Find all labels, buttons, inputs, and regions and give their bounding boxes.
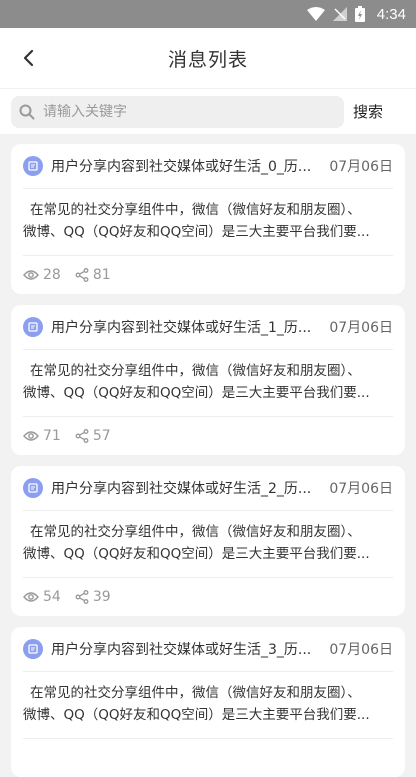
message-summary: 在常见的社交分享组件中，微信（微信好友和朋友圈）、 微博、QQ（QQ好友和QQ空…	[23, 350, 393, 417]
page-title: 消息列表	[167, 48, 248, 71]
search-button[interactable]: 搜索	[353, 101, 383, 122]
battery-icon	[354, 6, 365, 22]
card-footer: 28 81	[23, 256, 393, 294]
message-summary: 在常见的社交分享组件中，微信（微信好友和朋友圈）、 微博、QQ（QQ好友和QQ空…	[23, 189, 393, 256]
share-count: 39	[75, 589, 111, 605]
status-bar: 4:34	[0, 0, 416, 28]
share-count-value: 81	[92, 267, 111, 283]
view-count: 28	[23, 267, 61, 283]
search-bar: 搜索	[0, 88, 416, 134]
eye-icon	[23, 592, 39, 602]
card-header: 用户分享内容到社交媒体或好生活_1_历... 07月06日	[23, 305, 393, 350]
eye-icon	[23, 431, 39, 441]
message-icon	[23, 639, 43, 659]
message-title: 用户分享内容到社交媒体或好生活_0_历...	[51, 159, 312, 175]
message-title: 用户分享内容到社交媒体或好生活_1_历...	[51, 320, 312, 336]
wifi-icon	[306, 7, 325, 21]
message-icon	[23, 317, 43, 337]
view-count-value: 28	[43, 267, 61, 283]
view-count-value: 71	[43, 428, 61, 444]
no-signal-icon	[332, 7, 347, 21]
card-header: 用户分享内容到社交媒体或好生活_0_历... 07月06日	[23, 144, 393, 189]
share-count: 57	[75, 428, 111, 444]
share-icon	[75, 268, 89, 282]
message-title: 用户分享内容到社交媒体或好生活_3_历...	[51, 642, 312, 658]
share-count-value: 57	[92, 428, 111, 444]
message-summary: 在常见的社交分享组件中，微信（微信好友和朋友圈）、 微博、QQ（QQ好友和QQ空…	[23, 672, 393, 739]
eye-icon	[23, 270, 39, 280]
summary-line: 微博、QQ（QQ好友和QQ空间）是三大主要平台我们要...	[23, 224, 370, 240]
summary-line: 微博、QQ（QQ好友和QQ空间）是三大主要平台我们要...	[23, 385, 370, 401]
search-icon	[19, 104, 35, 119]
card-header: 用户分享内容到社交媒体或好生活_2_历... 07月06日	[23, 466, 393, 511]
chevron-left-icon	[23, 49, 34, 67]
message-date: 07月06日	[329, 320, 393, 336]
card-footer: 54 39	[23, 578, 393, 616]
share-icon	[75, 429, 89, 443]
message-date: 07月06日	[329, 159, 393, 175]
summary-line: 在常见的社交分享组件中，微信（微信好友和朋友圈）、	[30, 685, 361, 701]
view-count-value: 54	[43, 589, 61, 605]
summary-line: 在常见的社交分享组件中，微信（微信好友和朋友圈）、	[30, 524, 361, 540]
summary-line: 在常见的社交分享组件中，微信（微信好友和朋友圈）、	[30, 202, 361, 218]
summary-line: 微博、QQ（QQ好友和QQ空间）是三大主要平台我们要...	[23, 546, 370, 562]
message-icon	[23, 156, 43, 176]
message-summary: 在常见的社交分享组件中，微信（微信好友和朋友圈）、 微博、QQ（QQ好友和QQ空…	[23, 511, 393, 578]
share-icon	[75, 590, 89, 604]
view-count: 54	[23, 589, 61, 605]
message-card[interactable]: 用户分享内容到社交媒体或好生活_0_历... 07月06日 在常见的社交分享组件…	[11, 144, 405, 294]
message-title: 用户分享内容到社交媒体或好生活_2_历...	[51, 481, 312, 497]
app-header: 消息列表	[0, 28, 416, 88]
message-date: 07月06日	[329, 642, 393, 658]
summary-line: 在常见的社交分享组件中，微信（微信好友和朋友圈）、	[30, 363, 361, 379]
share-count-value: 39	[92, 589, 111, 605]
back-button[interactable]	[18, 48, 38, 68]
message-card[interactable]: 用户分享内容到社交媒体或好生活_2_历... 07月06日 在常见的社交分享组件…	[11, 466, 405, 616]
summary-line: 微博、QQ（QQ好友和QQ空间）是三大主要平台我们要...	[23, 707, 370, 723]
message-card[interactable]: 用户分享内容到社交媒体或好生活_1_历... 07月06日 在常见的社交分享组件…	[11, 305, 405, 455]
message-list: 用户分享内容到社交媒体或好生活_0_历... 07月06日 在常见的社交分享组件…	[0, 134, 416, 777]
search-box[interactable]	[11, 95, 344, 128]
search-input[interactable]	[41, 102, 305, 121]
card-footer: 71 57	[23, 417, 393, 455]
status-time: 4:34	[376, 5, 406, 23]
message-card[interactable]: 用户分享内容到社交媒体或好生活_3_历... 07月06日 在常见的社交分享组件…	[11, 627, 405, 777]
message-date: 07月06日	[329, 481, 393, 497]
share-count: 81	[75, 267, 111, 283]
view-count: 71	[23, 428, 61, 444]
card-header: 用户分享内容到社交媒体或好生活_3_历... 07月06日	[23, 627, 393, 672]
message-icon	[23, 478, 43, 498]
